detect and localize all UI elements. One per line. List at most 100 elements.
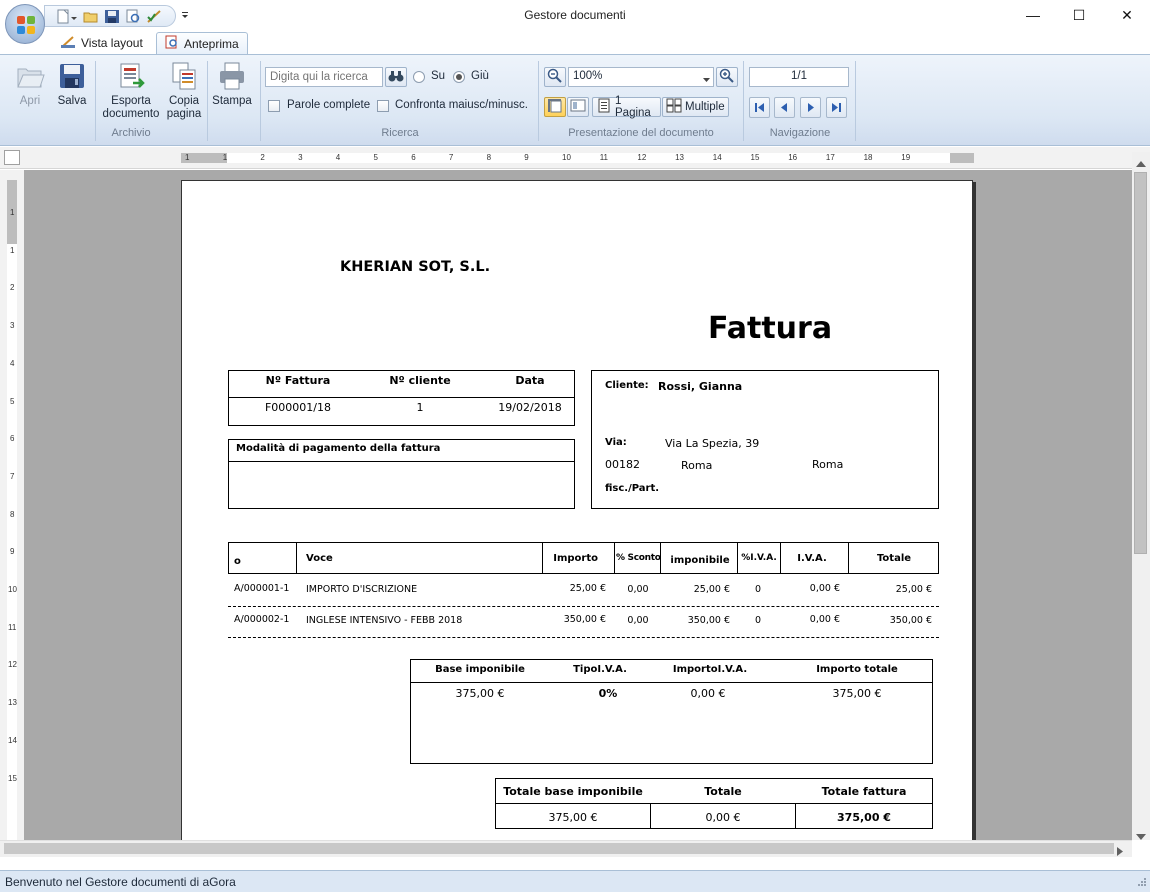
search-up-radio[interactable] [413,71,425,83]
col-divider [614,542,615,574]
ruler-tick-label: 12 [637,153,647,162]
tab-vista-layout[interactable]: Vista layout [52,32,151,54]
last-page-icon [827,103,846,120]
client-label: Cliente: [605,380,649,391]
document-title: Fattura [708,311,833,346]
scroll-down-icon[interactable] [1136,829,1146,843]
line-taxable: 350,00 € [687,615,730,626]
invoice-date: 19/02/2018 [498,401,562,414]
meta-header-date: Data [515,374,545,387]
tax-total-value: 375,00 € [832,687,882,700]
totals-header-total: Totale [704,785,742,798]
group-separator [260,61,261,141]
payment-label: Modalità di pagamento della fattura [236,443,441,454]
group-label-navigazione: Navigazione [769,127,831,139]
line-amount: 25,00 € [569,583,606,594]
zoom-out-icon [547,68,563,86]
ruler-tick-label: 3 [298,153,303,162]
page-indicator[interactable]: 1/1 [749,67,849,87]
scroll-right-icon[interactable] [1117,845,1123,859]
zoom-select[interactable]: 100% [568,67,714,87]
row-divider [228,637,939,638]
next-page-button[interactable] [800,97,821,118]
search-up-label: Su [431,70,446,82]
export-document-button[interactable]: Esporta documento [100,61,162,121]
ruler-tick-label: 4 [10,358,15,368]
match-case-checkbox[interactable] [377,100,389,112]
col-divider [542,542,543,574]
group-label-presentazione: Presentazione del documento [568,127,714,139]
total-vat-value: 0,00 € [705,811,741,824]
chevron-down-icon [703,74,710,86]
ruler-tick-label: 5 [373,153,378,162]
ruler-tick-label: 14 [8,735,17,745]
app-logo-icon [17,16,35,34]
resize-grip-icon[interactable] [1137,876,1147,890]
ruler-tick-label: 2 [10,283,15,293]
ruler-tick-label: 8 [486,153,492,162]
save-button[interactable]: Salva [54,61,90,108]
col-header-vat: I.V.A. [797,553,827,564]
ruler-tick-label: 16 [788,153,798,162]
radio-dot [456,74,462,80]
ruler-tick-label: 18 [863,153,873,162]
line-vat-rate: 0 [754,584,762,595]
ruler-tick-label: 1 [10,245,15,255]
multiple-pages-button[interactable]: Multiple [662,97,729,117]
multiple-pages-icon [666,98,682,116]
line-discount: 0,00 [627,615,649,626]
ruler-tick-label: 19 [901,153,911,162]
previous-page-button[interactable] [774,97,795,118]
line-code: A/000001-1 [234,583,290,594]
minimize-button[interactable]: — [1010,0,1056,30]
ruler-tick-label: 2 [260,153,265,162]
client-city: Roma [681,459,713,472]
ruler-tick-label: 15 [8,773,17,783]
ruler-tick-label: 6 [10,434,15,444]
tab-anteprima[interactable]: Anteprima [156,32,248,54]
group-label-ricerca: Ricerca [381,127,419,139]
close-button[interactable]: ✕ [1104,0,1150,30]
horizontal-scroll-thumb[interactable] [4,843,1114,854]
zoom-in-button[interactable] [716,67,738,87]
open-folder-icon [15,61,45,91]
application-menu-button[interactable] [5,4,45,44]
line-description: IMPORTO D'ISCRIZIONE [306,584,418,595]
first-page-icon [750,103,769,120]
via-label: Via: [605,437,627,448]
print-button[interactable]: Stampa [211,61,253,108]
client-postcode: 00182 [605,458,640,471]
ruler-tick-label: 12 [8,660,17,670]
payment-divider [228,461,575,462]
ruler-tick-label: 5 [10,396,15,406]
copy-page-button[interactable]: Copia pagina [164,61,204,121]
line-description: INGLESE INTENSIVO - FEBB 2018 [306,615,463,626]
search-input[interactable] [265,67,383,87]
first-page-button[interactable] [749,97,770,118]
ruler-tick-label: 15 [750,153,760,162]
scroll-up-icon[interactable] [1136,156,1146,170]
open-button[interactable]: Apri [12,61,48,108]
find-button[interactable] [385,67,407,87]
tax-amount-value: 0,00 € [690,687,726,700]
ruler-tick-label: 7 [448,153,454,162]
maximize-button[interactable]: ☐ [1056,0,1102,30]
ruler-tick-label: 4 [335,153,341,162]
whole-words-checkbox[interactable] [268,100,280,112]
page-layout-view-button[interactable] [544,97,566,117]
tax-base-value: 375,00 € [455,687,505,700]
last-page-button[interactable] [826,97,847,118]
zoom-out-button[interactable] [544,67,566,87]
preview-workspace[interactable]: KHERIAN SOT, S.L. Fattura Nº Fattura Nº … [24,170,1132,840]
tax-header-amount: ImportoI.V.A. [672,664,748,675]
search-down-radio[interactable] [453,71,465,83]
previous-page-icon [775,103,794,120]
ruler-tick-label: 6 [411,153,416,162]
one-page-button[interactable]: 1 Pagina [592,95,661,119]
vertical-scroll-thumb[interactable] [1134,172,1147,554]
match-case-label: Confronta maiusc/minusc. [395,99,528,111]
ruler-margin-right [950,153,974,163]
thumbnail-view-button[interactable] [567,97,589,117]
ruler-corner [4,150,20,165]
group-separator [855,61,856,141]
